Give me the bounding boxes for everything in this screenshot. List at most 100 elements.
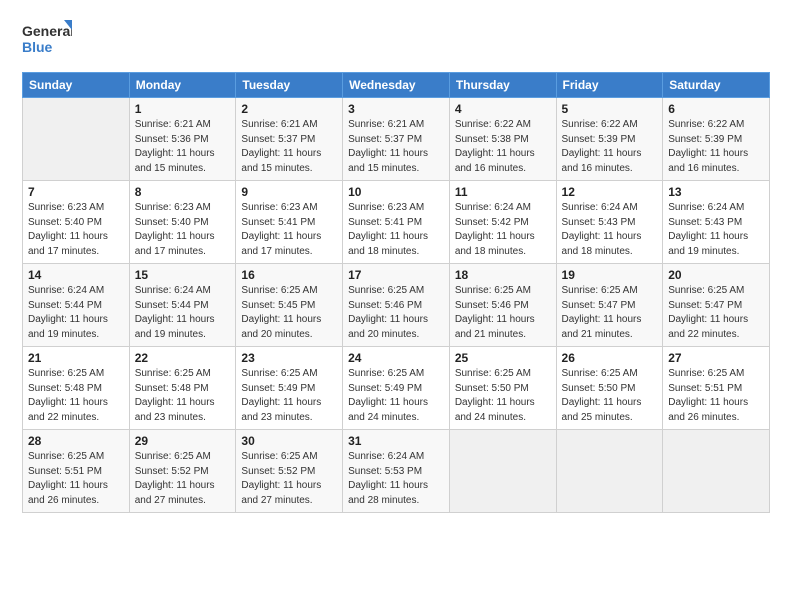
day-info: Sunrise: 6:24 AM Sunset: 5:53 PM Dayligh…	[348, 450, 444, 508]
header-row: SundayMondayTuesdayWednesdayThursdayFrid…	[23, 73, 770, 98]
week-row-5: 28 Sunrise: 6:25 AM Sunset: 5:51 PM Dayli…	[23, 430, 770, 513]
page: General Blue SundayMondayTuesdayWednesda…	[0, 0, 792, 525]
day-info: Sunrise: 6:25 AM Sunset: 5:52 PM Dayligh…	[241, 450, 337, 508]
day-cell: 25 Sunrise: 6:25 AM Sunset: 5:50 PM Dayli…	[449, 347, 556, 430]
day-info: Sunrise: 6:22 AM Sunset: 5:39 PM Dayligh…	[668, 118, 764, 176]
day-info: Sunrise: 6:24 AM Sunset: 5:44 PM Dayligh…	[28, 284, 124, 342]
col-header-saturday: Saturday	[663, 73, 770, 98]
week-row-1: 1Sunrise: 6:21 AM Sunset: 5:36 PM Daylig…	[23, 98, 770, 181]
day-number: 26	[562, 351, 658, 365]
day-info: Sunrise: 6:23 AM Sunset: 5:41 PM Dayligh…	[241, 201, 337, 259]
day-info: Sunrise: 6:25 AM Sunset: 5:49 PM Dayligh…	[348, 367, 444, 425]
day-info: Sunrise: 6:23 AM Sunset: 5:40 PM Dayligh…	[135, 201, 231, 259]
day-cell: 6 Sunrise: 6:22 AM Sunset: 5:39 PM Daylig…	[663, 98, 770, 181]
day-info: Sunrise: 6:25 AM Sunset: 5:46 PM Dayligh…	[455, 284, 551, 342]
day-cell: 4 Sunrise: 6:22 AM Sunset: 5:38 PM Daylig…	[449, 98, 556, 181]
day-number: 23	[241, 351, 337, 365]
day-info: Sunrise: 6:24 AM Sunset: 5:43 PM Dayligh…	[562, 201, 658, 259]
day-number: 18	[455, 268, 551, 282]
logo-svg: General Blue	[22, 18, 72, 62]
day-info: Sunrise: 6:23 AM Sunset: 5:40 PM Dayligh…	[28, 201, 124, 259]
day-cell: 10 Sunrise: 6:23 AM Sunset: 5:41 PM Dayli…	[343, 181, 450, 264]
day-number: 15	[135, 268, 231, 282]
day-info: Sunrise: 6:25 AM Sunset: 5:52 PM Dayligh…	[135, 450, 231, 508]
day-info: Sunrise: 6:24 AM Sunset: 5:43 PM Dayligh…	[668, 201, 764, 259]
day-number: 19	[562, 268, 658, 282]
day-number: 10	[348, 185, 444, 199]
day-number: 28	[28, 434, 124, 448]
day-info: Sunrise: 6:25 AM Sunset: 5:47 PM Dayligh…	[562, 284, 658, 342]
day-number: 4	[455, 102, 551, 116]
day-number: 31	[348, 434, 444, 448]
week-row-3: 14 Sunrise: 6:24 AM Sunset: 5:44 PM Dayli…	[23, 264, 770, 347]
day-number: 11	[455, 185, 551, 199]
day-number: 2	[241, 102, 337, 116]
day-info: Sunrise: 6:24 AM Sunset: 5:44 PM Dayligh…	[135, 284, 231, 342]
day-number: 20	[668, 268, 764, 282]
day-cell	[449, 430, 556, 513]
day-number: 8	[135, 185, 231, 199]
day-number: 17	[348, 268, 444, 282]
week-row-2: 7Sunrise: 6:23 AM Sunset: 5:40 PM Daylig…	[23, 181, 770, 264]
day-cell: 20Sunrise: 6:25 AM Sunset: 5:47 PM Dayli…	[663, 264, 770, 347]
day-number: 29	[135, 434, 231, 448]
day-cell: 27 Sunrise: 6:25 AM Sunset: 5:51 PM Dayli…	[663, 347, 770, 430]
day-cell: 7Sunrise: 6:23 AM Sunset: 5:40 PM Daylig…	[23, 181, 130, 264]
day-cell: 17 Sunrise: 6:25 AM Sunset: 5:46 PM Dayli…	[343, 264, 450, 347]
day-info: Sunrise: 6:21 AM Sunset: 5:37 PM Dayligh…	[348, 118, 444, 176]
svg-text:Blue: Blue	[22, 39, 53, 55]
day-number: 16	[241, 268, 337, 282]
col-header-wednesday: Wednesday	[343, 73, 450, 98]
day-cell: 2 Sunrise: 6:21 AM Sunset: 5:37 PM Daylig…	[236, 98, 343, 181]
col-header-sunday: Sunday	[23, 73, 130, 98]
day-cell: 19 Sunrise: 6:25 AM Sunset: 5:47 PM Dayli…	[556, 264, 663, 347]
day-number: 21	[28, 351, 124, 365]
day-number: 24	[348, 351, 444, 365]
day-cell: 18 Sunrise: 6:25 AM Sunset: 5:46 PM Dayli…	[449, 264, 556, 347]
day-info: Sunrise: 6:25 AM Sunset: 5:45 PM Dayligh…	[241, 284, 337, 342]
day-info: Sunrise: 6:25 AM Sunset: 5:46 PM Dayligh…	[348, 284, 444, 342]
day-info: Sunrise: 6:21 AM Sunset: 5:37 PM Dayligh…	[241, 118, 337, 176]
day-number: 6	[668, 102, 764, 116]
day-number: 12	[562, 185, 658, 199]
day-info: Sunrise: 6:25 AM Sunset: 5:51 PM Dayligh…	[28, 450, 124, 508]
day-cell: 21Sunrise: 6:25 AM Sunset: 5:48 PM Dayli…	[23, 347, 130, 430]
day-cell: 14 Sunrise: 6:24 AM Sunset: 5:44 PM Dayli…	[23, 264, 130, 347]
day-cell: 8 Sunrise: 6:23 AM Sunset: 5:40 PM Daylig…	[129, 181, 236, 264]
day-cell: 3 Sunrise: 6:21 AM Sunset: 5:37 PM Daylig…	[343, 98, 450, 181]
day-number: 5	[562, 102, 658, 116]
day-number: 30	[241, 434, 337, 448]
col-header-monday: Monday	[129, 73, 236, 98]
day-number: 14	[28, 268, 124, 282]
calendar-table: SundayMondayTuesdayWednesdayThursdayFrid…	[22, 72, 770, 513]
day-info: Sunrise: 6:25 AM Sunset: 5:50 PM Dayligh…	[455, 367, 551, 425]
day-cell: 11 Sunrise: 6:24 AM Sunset: 5:42 PM Dayli…	[449, 181, 556, 264]
day-number: 27	[668, 351, 764, 365]
day-info: Sunrise: 6:23 AM Sunset: 5:41 PM Dayligh…	[348, 201, 444, 259]
day-cell: 28 Sunrise: 6:25 AM Sunset: 5:51 PM Dayli…	[23, 430, 130, 513]
day-cell: 13Sunrise: 6:24 AM Sunset: 5:43 PM Dayli…	[663, 181, 770, 264]
day-info: Sunrise: 6:24 AM Sunset: 5:42 PM Dayligh…	[455, 201, 551, 259]
day-cell: 15 Sunrise: 6:24 AM Sunset: 5:44 PM Dayli…	[129, 264, 236, 347]
day-cell: 22Sunrise: 6:25 AM Sunset: 5:48 PM Dayli…	[129, 347, 236, 430]
day-cell: 31 Sunrise: 6:24 AM Sunset: 5:53 PM Dayli…	[343, 430, 450, 513]
day-number: 9	[241, 185, 337, 199]
logo: General Blue	[22, 18, 72, 62]
day-info: Sunrise: 6:25 AM Sunset: 5:48 PM Dayligh…	[135, 367, 231, 425]
day-cell: 23Sunrise: 6:25 AM Sunset: 5:49 PM Dayli…	[236, 347, 343, 430]
col-header-tuesday: Tuesday	[236, 73, 343, 98]
day-cell	[23, 98, 130, 181]
day-cell	[556, 430, 663, 513]
day-cell: 9 Sunrise: 6:23 AM Sunset: 5:41 PM Daylig…	[236, 181, 343, 264]
day-cell: 5 Sunrise: 6:22 AM Sunset: 5:39 PM Daylig…	[556, 98, 663, 181]
day-info: Sunrise: 6:22 AM Sunset: 5:39 PM Dayligh…	[562, 118, 658, 176]
day-info: Sunrise: 6:21 AM Sunset: 5:36 PM Dayligh…	[135, 118, 231, 176]
day-cell: 24 Sunrise: 6:25 AM Sunset: 5:49 PM Dayli…	[343, 347, 450, 430]
day-info: Sunrise: 6:25 AM Sunset: 5:50 PM Dayligh…	[562, 367, 658, 425]
day-number: 3	[348, 102, 444, 116]
day-cell	[663, 430, 770, 513]
day-cell: 29 Sunrise: 6:25 AM Sunset: 5:52 PM Dayli…	[129, 430, 236, 513]
day-info: Sunrise: 6:22 AM Sunset: 5:38 PM Dayligh…	[455, 118, 551, 176]
day-number: 25	[455, 351, 551, 365]
day-info: Sunrise: 6:25 AM Sunset: 5:51 PM Dayligh…	[668, 367, 764, 425]
